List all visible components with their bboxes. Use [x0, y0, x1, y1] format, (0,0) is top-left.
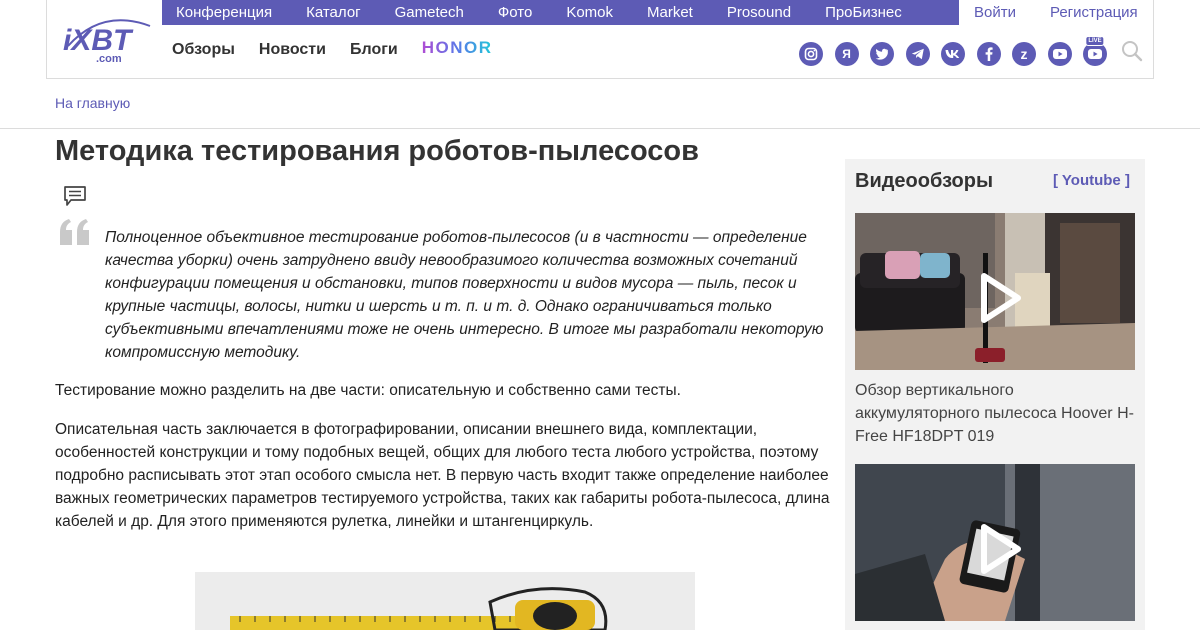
telegram-icon[interactable] [905, 41, 930, 66]
article-paragraph-2: Описательная часть заключается в фотогра… [55, 421, 830, 530]
instagram-icon[interactable] [799, 41, 823, 66]
play-icon [981, 524, 1021, 574]
breadcrumb-home[interactable]: На главную [55, 95, 130, 111]
facebook-icon[interactable] [976, 41, 1001, 66]
youtube-channel-link[interactable]: [ Youtube ] [1053, 172, 1130, 189]
nav-blogs[interactable]: Блоги [350, 41, 398, 59]
article-lead: Полноценное объективное тестирование роб… [105, 229, 824, 361]
play-icon [981, 273, 1021, 323]
youtube-icon[interactable] [1047, 41, 1072, 66]
video-thumbnail-2[interactable] [855, 464, 1135, 621]
header-divider [0, 128, 1200, 129]
vk-icon[interactable] [941, 41, 965, 66]
yandex-icon[interactable]: Я [834, 41, 859, 66]
video-title-1[interactable]: Обзор вертикального аккумуляторного пыле… [855, 379, 1140, 448]
quote-icon [59, 219, 91, 250]
ixbt-logo[interactable]: iXBT .com [62, 14, 152, 66]
video-thumbnail-1[interactable] [855, 213, 1135, 370]
logo-sub-text: .com [96, 53, 122, 65]
ixbt-logo-mark: iXBT .com [63, 19, 151, 65]
comments-icon[interactable] [63, 185, 87, 212]
article-paragraph-1: Тестирование можно разделить на две част… [55, 382, 681, 399]
main-nav: Обзоры Новости Блоги HONOR [172, 38, 493, 60]
zen-icon[interactable]: z [1012, 41, 1036, 66]
youtube-live-icon[interactable]: LIVE [1083, 35, 1107, 66]
page-title: Методика тестирования роботов-пылесосов [55, 135, 699, 167]
sidebar-title: Видеообзоры [855, 170, 994, 192]
nav-news[interactable]: Новости [259, 41, 326, 59]
site-header: iXBT .com Обзоры Новости Блоги HONOR Я z [46, 0, 1154, 79]
article-image-tape-measure [195, 572, 695, 630]
social-links: Я z LIVE [799, 35, 1143, 67]
search-icon[interactable] [1121, 40, 1143, 67]
honor-banner-link[interactable]: HONOR [422, 38, 493, 58]
sidebar-video-reviews: Видеообзоры [ Youtube ] Обзор вертикальн… [845, 159, 1145, 630]
twitter-icon[interactable] [870, 41, 894, 66]
live-badge: LIVE [1085, 35, 1105, 46]
nav-reviews[interactable]: Обзоры [172, 41, 235, 59]
